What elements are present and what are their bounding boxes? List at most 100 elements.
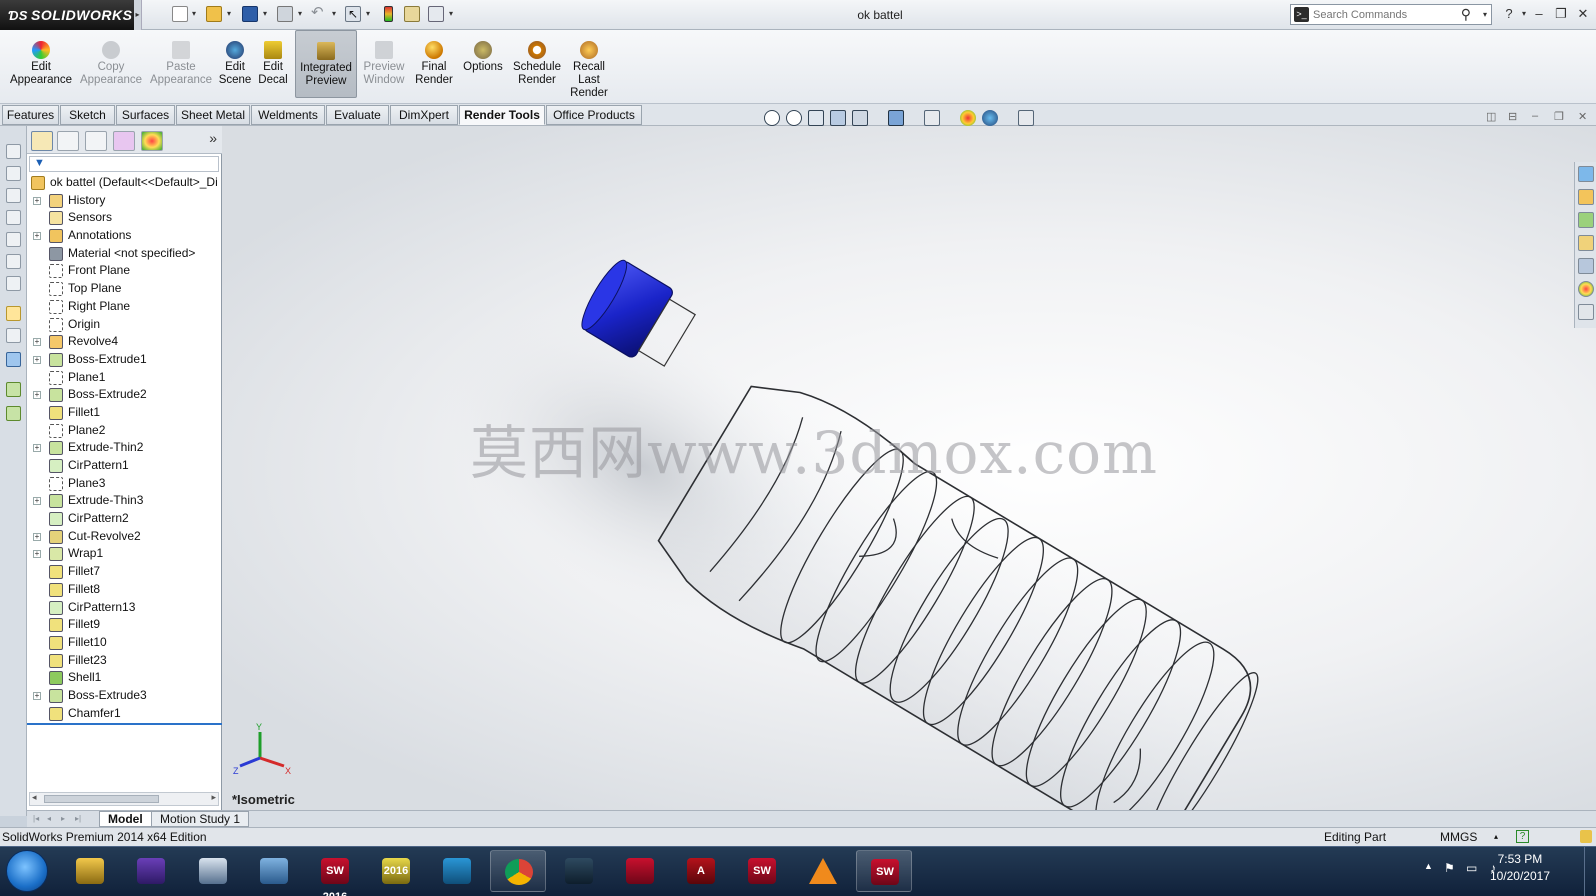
more-tabs-chevron-icon[interactable]: » [209,130,217,146]
taskbar-solidworks-2016-button[interactable]: SW 2016 [307,850,363,896]
taskbar-paint-button[interactable] [246,850,302,892]
expand-toggle-icon[interactable]: + [33,338,41,347]
scrollbar-thumb[interactable] [44,795,159,803]
taskbar-file-explorer-button[interactable] [62,850,118,892]
edit-decal-button[interactable]: Edit Decal [256,32,290,87]
taskbar-solidworks-composer-button[interactable]: 2016 [368,850,424,892]
taskbar-chrome-button[interactable] [490,850,546,892]
tree-item-origin[interactable]: Origin [27,316,222,334]
zoom-to-fit-icon[interactable] [764,110,780,126]
search-dropdown-icon[interactable]: ▾ [1483,10,1487,19]
apply-scene-icon[interactable] [982,110,998,126]
schedule-render-button[interactable]: Schedule Render [510,32,564,87]
taskbar-camera-app-button[interactable] [429,850,485,892]
hide-show-items-icon[interactable] [924,110,940,126]
design-library-icon[interactable] [1578,212,1594,228]
view-layout-icon[interactable]: ⊟ [1508,110,1517,123]
tree-item-sensors[interactable]: Sensors [27,209,222,227]
tree-item-history[interactable]: + History [27,192,222,210]
expand-toggle-icon[interactable]: + [33,691,41,700]
tree-item-boss-extrude3[interactable]: + Boss-Extrude3 [27,687,222,705]
view-cube-icon[interactable] [6,276,21,291]
taskbar-solidworks-active-button[interactable]: SW [856,850,912,892]
appearances-scenes-icon[interactable] [1578,281,1594,297]
network-icon[interactable]: ▭ [1466,861,1477,875]
tray-overflow-icon[interactable]: ▲ [1424,861,1433,871]
restore-window-icon[interactable]: ❐ [1552,5,1570,23]
units-dropdown-icon[interactable]: ▴ [1494,828,1498,846]
tree-item-cut-revolve2[interactable]: + Cut-Revolve2 [27,528,222,546]
view-cube-icon[interactable] [6,254,21,269]
tab-evaluate[interactable]: Evaluate [326,105,389,125]
rebuild-status-icon[interactable] [1580,830,1592,843]
tree-item-extrude-thin2[interactable]: + Extrude-Thin2 [27,439,222,457]
taskbar-visual-studio-button[interactable] [123,850,179,892]
paste-appearance-button[interactable]: Paste Appearance [148,32,214,87]
tab-sheet-metal[interactable]: Sheet Metal [176,105,250,125]
tab-office-products[interactable]: Office Products [546,105,642,125]
model-items-icon[interactable] [6,352,21,367]
quick-tips-icon[interactable]: ? [1516,830,1529,843]
dimxpert-manager-tab-icon[interactable] [113,131,135,151]
zoom-to-area-icon[interactable] [786,110,802,126]
feature-icon[interactable] [6,382,21,397]
expand-toggle-icon[interactable]: + [33,391,41,400]
taskbar-calculator-button[interactable] [185,850,241,892]
feature-manager-tab-icon[interactable] [31,131,53,151]
tree-item-cirpattern2[interactable]: CirPattern2 [27,510,222,528]
section-view-icon[interactable] [830,110,846,126]
viewport-minimize-icon[interactable]: – [1532,110,1538,122]
recall-last-render-button[interactable]: Recall Last Render [566,32,612,100]
viewport-close-icon[interactable]: ✕ [1578,110,1587,123]
view-cube-icon[interactable] [6,210,21,225]
tab-surfaces[interactable]: Surfaces [116,105,175,125]
display-manager-tab-icon[interactable] [141,131,163,151]
expand-toggle-icon[interactable]: + [33,444,41,453]
preview-window-button[interactable]: Preview Window [359,32,409,87]
home-icon[interactable] [1578,189,1594,205]
tree-item-revolve4[interactable]: + Revolve4 [27,333,222,351]
tree-item-fillet10[interactable]: Fillet10 [27,634,222,652]
tree-item-plane1[interactable]: Plane1 [27,369,222,387]
tree-item-plane2[interactable]: Plane2 [27,422,222,440]
tree-item-annotations[interactable]: + Annotations [27,227,222,245]
expand-toggle-icon[interactable]: + [33,497,41,506]
edit-appearance-icon[interactable] [960,110,976,126]
search-icon[interactable]: ⚲ [1461,6,1471,23]
expand-toggle-icon[interactable]: + [33,550,41,559]
rollback-bar[interactable] [27,723,222,725]
tree-horizontal-scrollbar[interactable]: ◂ ▸ [29,792,219,806]
taskbar-app-dark-button[interactable] [551,850,607,892]
final-render-button[interactable]: Final Render [412,32,456,87]
file-explorer-icon[interactable] [1578,235,1594,251]
tree-item-boss-extrude2[interactable]: + Boss-Extrude2 [27,386,222,404]
graphics-area[interactable]: 莫西网www.3dmox.com Y X Z *Isometric [222,126,1596,810]
tree-item-fillet7[interactable]: Fillet7 [27,563,222,581]
view-palette-icon[interactable] [1578,258,1594,274]
taskbar-acrobat-button[interactable] [612,850,668,892]
scroll-right-icon[interactable]: ▸ [211,792,216,803]
tree-item-chamfer1[interactable]: Chamfer1 [27,705,222,723]
prev-tab-icon[interactable]: ◂ [47,814,51,823]
view-cube-icon[interactable] [6,144,21,159]
scroll-left-icon[interactable]: ◂ [32,792,37,803]
tree-item-cirpattern1[interactable]: CirPattern1 [27,457,222,475]
property-manager-tab-icon[interactable] [57,131,79,151]
search-commands-box[interactable]: >_ ⚲ ▾ [1290,4,1492,25]
model-tab[interactable]: Model [99,811,152,827]
tree-item-plane3[interactable]: Plane3 [27,475,222,493]
solidworks-resources-icon[interactable] [1578,166,1594,182]
split-view-icon[interactable]: ◫ [1486,110,1496,123]
close-window-icon[interactable]: ✕ [1574,5,1592,23]
sketch-pencil-icon[interactable] [6,306,21,321]
view-cube-icon[interactable] [6,166,21,181]
tree-item-boss-extrude1[interactable]: + Boss-Extrude1 [27,351,222,369]
tab-dimxpert[interactable]: DimXpert [390,105,458,125]
action-center-flag-icon[interactable]: ⚑ [1444,861,1455,875]
tree-item-fillet8[interactable]: Fillet8 [27,581,222,599]
tab-features[interactable]: Features [2,105,59,125]
previous-view-icon[interactable] [808,110,824,126]
next-tab-icon[interactable]: ▸ [61,814,65,823]
expand-toggle-icon[interactable]: + [33,232,41,241]
tree-item-cirpattern13[interactable]: CirPattern13 [27,599,222,617]
